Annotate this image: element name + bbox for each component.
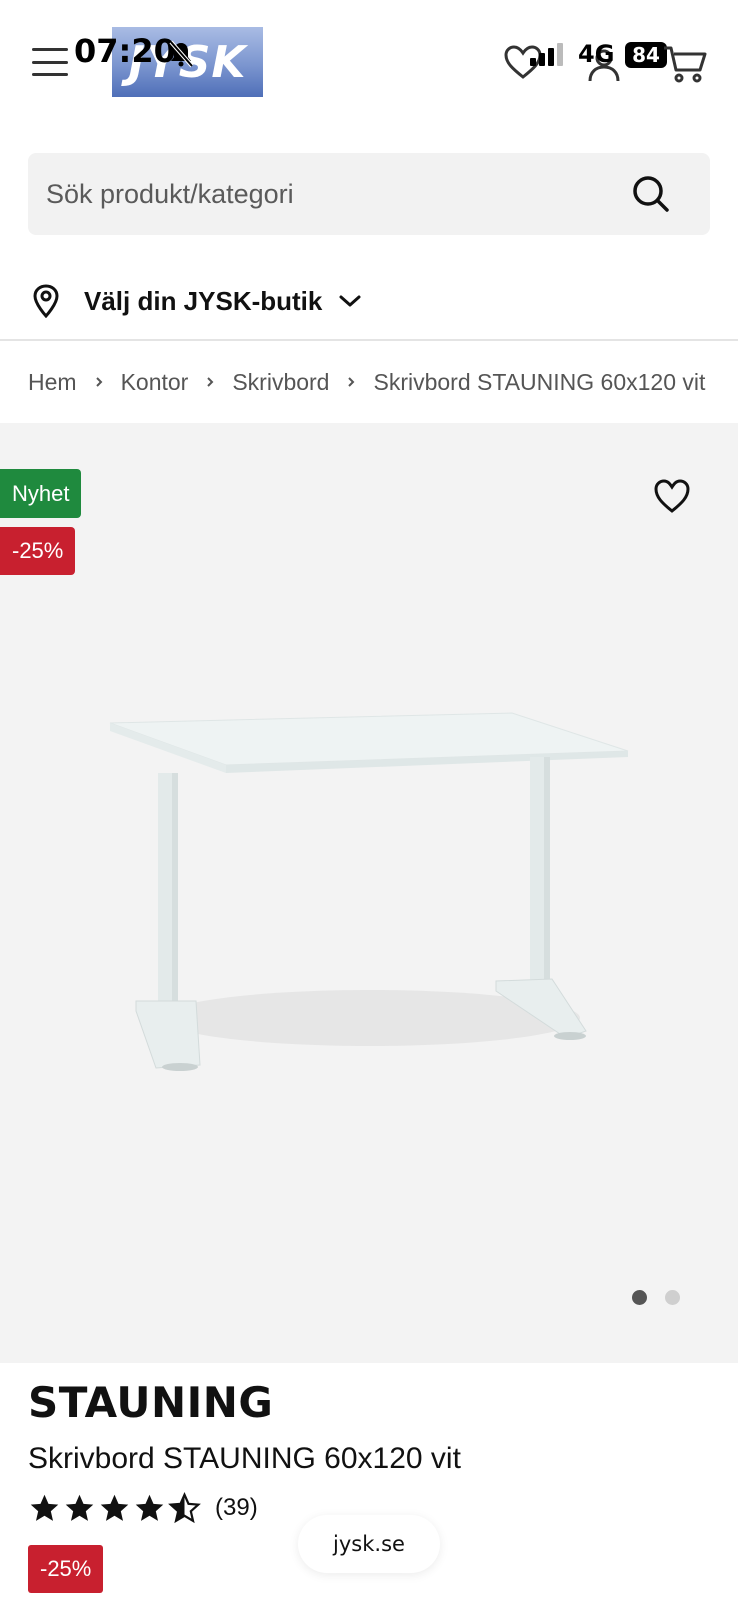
- battery-indicator: 84: [625, 42, 667, 68]
- chevron-right-icon: [348, 377, 355, 387]
- location-pin-icon: [33, 284, 59, 318]
- signal-icon: [530, 43, 563, 66]
- product-title: Skrivbord STAUNING 60x120 vit: [28, 1442, 461, 1475]
- hamburger-menu-icon[interactable]: [32, 46, 68, 78]
- star-full-icon: [100, 1494, 129, 1521]
- search-input[interactable]: [46, 153, 626, 235]
- breadcrumb-item-skrivbord[interactable]: Skrivbord: [232, 369, 329, 396]
- bell-muted-icon: [169, 40, 194, 68]
- product-brand: STAUNING: [28, 1378, 274, 1427]
- status-time: 07:20: [74, 32, 176, 70]
- product-image-desk[interactable]: [100, 693, 640, 1073]
- breadcrumb-item-hem[interactable]: Hem: [28, 369, 77, 396]
- rating-count: (39): [215, 1494, 258, 1521]
- new-badge: Nyhet: [0, 469, 82, 518]
- price-discount-badge: -25%: [28, 1545, 104, 1593]
- breadcrumb-item-current: Skrivbord STAUNING 60x120 vit: [373, 368, 706, 395]
- gallery-dot-2[interactable]: [665, 1290, 680, 1305]
- star-full-icon: [135, 1494, 164, 1521]
- network-label: 4G: [578, 40, 615, 68]
- star-half-icon: [168, 1491, 201, 1523]
- discount-badge: -25%: [0, 527, 76, 575]
- gallery-dot-1[interactable]: [632, 1290, 647, 1305]
- chevron-right-icon: [95, 377, 102, 387]
- star-full-icon: [65, 1494, 94, 1521]
- search-bar: [28, 153, 710, 235]
- product-gallery[interactable]: Nyhet -25%: [0, 423, 738, 1363]
- heart-outline-icon[interactable]: [652, 477, 692, 515]
- store-selector-label: Välj din JYSK-butik: [84, 285, 323, 316]
- store-selector[interactable]: Välj din JYSK-butik: [32, 280, 362, 322]
- chevron-down-icon: [339, 295, 361, 307]
- chevron-right-icon: [207, 377, 214, 387]
- divider: [0, 339, 738, 341]
- gallery-pagination: [632, 1290, 680, 1305]
- rating-stars: [28, 1491, 201, 1525]
- shopping-cart-icon[interactable]: [662, 44, 708, 84]
- breadcrumb: Hem Kontor Skrivbord Skrivbord STAUNING …: [28, 362, 705, 402]
- search-icon[interactable]: [632, 175, 670, 213]
- browser-url-pill[interactable]: jysk.se: [298, 1515, 440, 1573]
- site-header: JYSK 07:20 4G 84: [0, 0, 738, 125]
- breadcrumb-item-kontor[interactable]: Kontor: [121, 369, 189, 396]
- star-full-icon: [30, 1494, 59, 1521]
- product-rating[interactable]: (39): [28, 1490, 258, 1526]
